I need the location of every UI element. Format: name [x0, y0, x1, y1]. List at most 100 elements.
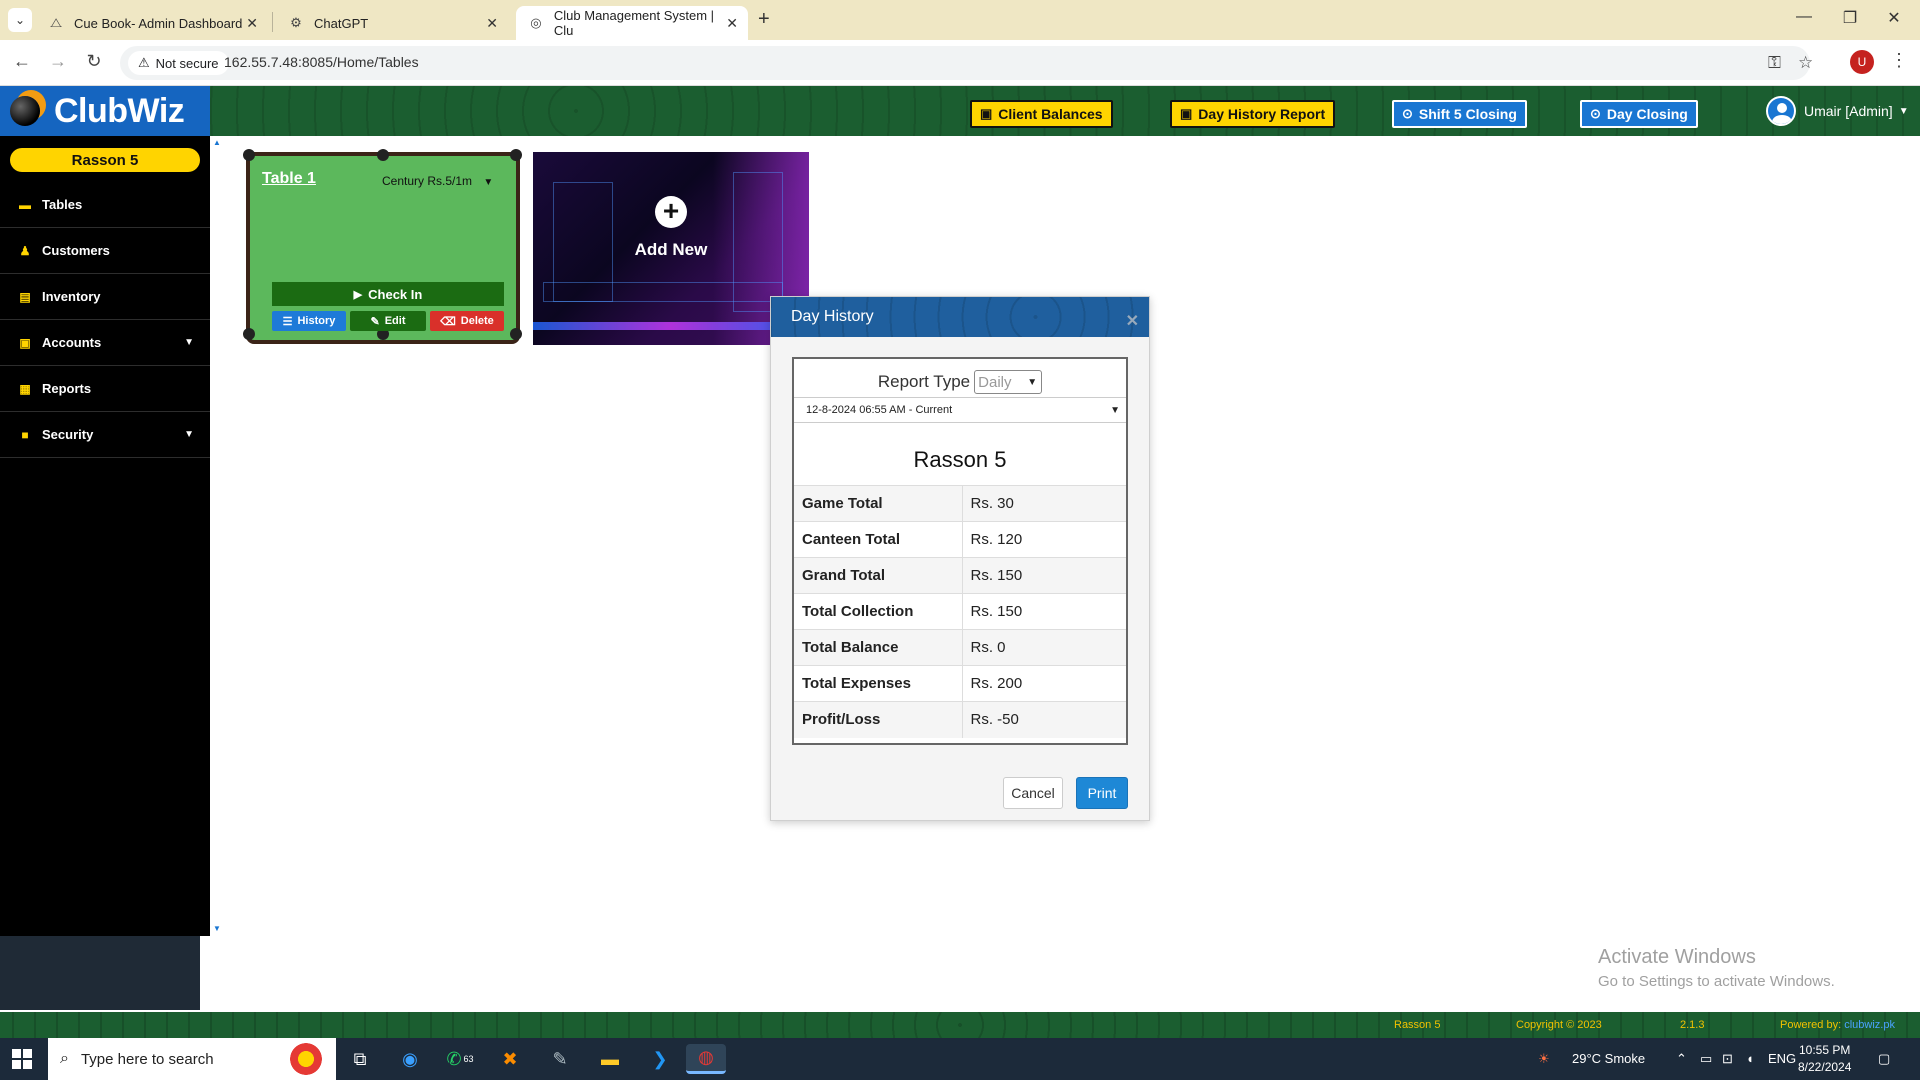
sidebar-item-label: Tables — [42, 197, 83, 212]
volume-icon[interactable]: ◖ — [1746, 1051, 1754, 1066]
row-label: Grand Total — [794, 557, 963, 594]
task-view-icon[interactable]: ⧉ — [340, 1044, 380, 1074]
pocket-icon — [510, 328, 522, 340]
reload-icon[interactable]: ↻ — [82, 51, 106, 72]
security-indicator[interactable]: ⚠ Not secure — [128, 51, 229, 75]
sidebar-item-tables[interactable]: ▬ Tables — [0, 182, 210, 228]
check-in-button[interactable]: ▶ Check In — [272, 282, 504, 306]
key-icon[interactable]: ⚿ — [1768, 53, 1781, 73]
edit-button[interactable]: ✎ Edit — [350, 311, 426, 331]
report-type-value: Daily — [978, 373, 1012, 391]
vscode-icon[interactable]: ❯ — [640, 1044, 680, 1074]
new-tab-button[interactable]: + — [758, 8, 770, 31]
whatsapp-icon[interactable]: ✆ 63 — [440, 1044, 480, 1074]
powered-by-link[interactable]: clubwiz.pk — [1844, 1019, 1895, 1031]
security-label: Not secure — [155, 55, 219, 71]
sidebar-item-accounts[interactable]: ▣ Accounts ▼ — [0, 320, 210, 366]
sidebar-item-reports[interactable]: ▦ Reports — [0, 366, 210, 412]
taskbar-search[interactable]: ⌕ Type here to search — [48, 1038, 336, 1080]
file-explorer-icon[interactable]: ▬ — [590, 1044, 630, 1074]
report-type-select[interactable]: Daily ▼ — [974, 370, 1043, 394]
sidebar-item-label: Reports — [42, 381, 92, 396]
client-balances-button[interactable]: ▣ Client Balances — [970, 100, 1113, 128]
url-omnibox[interactable]: ⚠ Not secure 162.55.7.48:8085/Home/Table… — [120, 46, 1813, 80]
close-icon[interactable]: ✕ — [246, 15, 258, 32]
add-new-table-card[interactable]: + Add New — [533, 152, 809, 345]
minimize-icon[interactable]: — — [1784, 8, 1824, 26]
clock-time: 10:55 PM — [1799, 1043, 1851, 1057]
bookmark-star-icon[interactable]: ☆ — [1798, 53, 1813, 73]
restore-icon[interactable]: ❐ — [1830, 8, 1870, 28]
shift-closing-button[interactable]: ⊙ Shift 5 Closing — [1392, 100, 1527, 128]
row-value: Rs. -50 — [962, 701, 1126, 738]
day-history-modal: Day History ✕ Report Type Daily ▼ 12-8-2… — [770, 296, 1150, 821]
table-name-link[interactable]: Table 1 — [262, 170, 316, 188]
cancel-button[interactable]: Cancel — [1003, 777, 1063, 809]
close-icon[interactable]: ✕ — [726, 15, 738, 32]
list-icon: ☰ — [282, 315, 293, 328]
decor-circuit — [543, 282, 783, 302]
sidebar-footer-panel — [0, 936, 200, 1010]
table-row: Game Total Rs. 30 — [794, 485, 1126, 522]
xampp-icon[interactable]: ✖ — [490, 1044, 530, 1074]
windows-start-icon[interactable] — [12, 1049, 32, 1069]
forward-arrow-icon[interactable]: → — [46, 51, 70, 72]
client-balances-label: Client Balances — [998, 106, 1103, 122]
table-row: Grand Total Rs. 150 — [794, 557, 1126, 594]
close-icon[interactable]: ✕ — [486, 15, 498, 32]
sidebar-menu: ▬ Tables ♟ Customers ▤ Inventory ▣ Accou… — [0, 182, 210, 458]
chevron-up-icon[interactable]: ⌃ — [1676, 1051, 1687, 1067]
close-icon[interactable]: ✕ — [1126, 311, 1139, 331]
plus-circle-icon[interactable]: + — [655, 196, 687, 228]
lock-icon: ■ — [21, 427, 29, 442]
print-button[interactable]: Print — [1076, 777, 1128, 809]
day-history-report-label: Day History Report — [1198, 106, 1326, 122]
history-label: History — [297, 315, 336, 327]
network-icon[interactable]: ⊡ — [1722, 1051, 1733, 1067]
day-history-report-button[interactable]: ▣ Day History Report — [1170, 100, 1336, 128]
sidebar-item-inventory[interactable]: ▤ Inventory — [0, 274, 210, 320]
window-close-icon[interactable]: ✕ — [1874, 8, 1914, 28]
browser-menu-icon[interactable]: ⋮ — [1890, 50, 1908, 71]
windows-taskbar: ⌕ Type here to search ⧉ ◉ ✆ 63 ✖ ✎ ▬ ❯ ◍ … — [0, 1038, 1920, 1080]
user-menu[interactable]: Umair [Admin] ▼ — [1766, 96, 1909, 126]
rate-select[interactable]: Century Rs.5/1m ▼ — [382, 174, 493, 188]
sidebar-item-security[interactable]: ■ Security ▼ — [0, 412, 210, 458]
url-text[interactable]: 162.55.7.48:8085/Home/Tables — [224, 54, 419, 70]
table-row: Canteen Total Rs. 120 — [794, 521, 1126, 558]
scroll-down-arrow-icon[interactable]: ▼ — [213, 924, 221, 933]
scroll-up-arrow-icon[interactable]: ▲ — [213, 138, 221, 147]
modal-header: Day History ✕ — [771, 297, 1149, 337]
back-arrow-icon[interactable]: ← — [10, 51, 34, 72]
watermark-title: Activate Windows — [1598, 946, 1756, 968]
pocket-icon — [243, 149, 255, 161]
weather-text[interactable]: 29°C Smoke — [1572, 1051, 1645, 1066]
profile-avatar[interactable]: U — [1850, 50, 1874, 74]
history-button[interactable]: ☰ History — [272, 311, 346, 331]
chrome-icon[interactable]: ◍ — [686, 1044, 726, 1074]
delete-button[interactable]: ⌫ Delete — [430, 311, 504, 331]
footer-powered: Powered by: clubwiz.pk — [1780, 1019, 1895, 1031]
browser-tab-chatgpt[interactable]: ⚙ ChatGPT ✕ — [276, 6, 508, 40]
user-avatar-icon — [1766, 96, 1796, 126]
system-clock[interactable]: 10:55 PM 8/22/2024 — [1798, 1042, 1851, 1076]
row-label: Profit/Loss — [794, 701, 963, 738]
browser-tab-cuebook[interactable]: ⧍ Cue Book- Admin Dashboard ✕ — [36, 6, 268, 40]
language-indicator[interactable]: ENG — [1768, 1051, 1796, 1066]
browser-tab-club-management[interactable]: ◎ Club Management System | Clu ✕ — [516, 6, 748, 40]
meet-icon[interactable]: ▭ — [1700, 1051, 1712, 1067]
clubwiz-logo[interactable]: ClubWiz — [0, 86, 210, 136]
footer-club: Rasson 5 — [1394, 1019, 1441, 1031]
notepad-icon[interactable]: ✎ — [540, 1044, 580, 1074]
eraser-icon: ⌫ — [440, 315, 456, 328]
notification-icon[interactable]: ▢ — [1878, 1051, 1890, 1067]
day-closing-button[interactable]: ⊙ Day Closing — [1580, 100, 1698, 128]
period-value: 12-8-2024 06:55 AM - Current — [806, 404, 953, 416]
money-icon: ▣ — [1180, 106, 1193, 121]
add-new-label[interactable]: Add New — [533, 240, 809, 260]
tab-search-button[interactable]: ⌄ — [8, 8, 32, 32]
search-icon: ⌕ — [60, 1050, 69, 1067]
period-select[interactable]: 12-8-2024 06:55 AM - Current ▼ — [794, 397, 1126, 423]
sidebar-item-customers[interactable]: ♟ Customers — [0, 228, 210, 274]
edge-icon[interactable]: ◉ — [390, 1044, 430, 1074]
